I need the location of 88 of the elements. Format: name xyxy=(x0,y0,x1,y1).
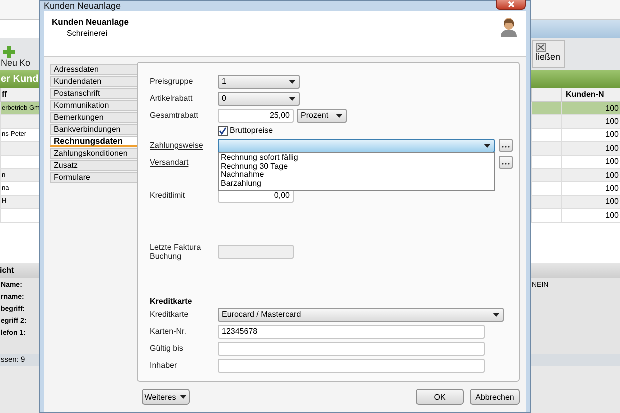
menu-bar xyxy=(0,20,39,38)
plus-icon xyxy=(3,46,16,58)
close-button[interactable] xyxy=(496,0,526,10)
table-row[interactable] xyxy=(0,142,39,156)
tab[interactable]: Bankverbindungen xyxy=(50,124,137,135)
close-icon xyxy=(508,0,514,8)
dropdown-option[interactable]: Barzahlung xyxy=(219,180,494,188)
checkbox[interactable] xyxy=(218,126,228,136)
table-row[interactable]: 100 xyxy=(531,168,620,182)
tab[interactable]: Kundendaten xyxy=(50,76,137,87)
field-label: Inhaber xyxy=(150,361,178,370)
tab[interactable]: Adressdaten xyxy=(50,64,137,75)
window-title: Kunden Neuanlage xyxy=(44,1,122,11)
toolbar-button[interactable]: Ko xyxy=(20,58,31,68)
caret-icon xyxy=(336,114,343,118)
input-field[interactable] xyxy=(218,358,485,372)
tab[interactable]: Kommunikation xyxy=(50,100,137,111)
tab[interactable]: Postanschrift xyxy=(50,88,137,99)
dropdown-option[interactable]: Nachnahme xyxy=(219,171,494,180)
ok-button[interactable]: OK xyxy=(416,389,464,405)
field-label: Kreditlimit xyxy=(150,191,186,200)
table-row[interactable]: 100 xyxy=(531,142,620,156)
checkmark-icon xyxy=(219,126,227,134)
tab[interactable]: Formulare xyxy=(50,172,137,183)
more-button[interactable] xyxy=(499,139,513,152)
field-label: Zahlungsweise xyxy=(150,141,204,150)
caret-icon xyxy=(493,312,500,316)
field-label: Letzte Faktura Buchung xyxy=(150,243,202,261)
table-row[interactable]: 100 xyxy=(531,102,620,116)
table-row[interactable] xyxy=(0,209,39,223)
dropdown-option[interactable]: Rechnung sofort fällig xyxy=(219,154,494,162)
table-cell: 100 xyxy=(561,209,620,222)
table-cell: 100 xyxy=(561,196,620,208)
input-field[interactable] xyxy=(218,342,485,356)
cancel-button[interactable]: Abbrechen xyxy=(470,389,520,405)
table-cell: 100 xyxy=(561,168,620,182)
field-label: Artikelrabatt xyxy=(150,94,194,103)
tab[interactable]: Rechnungsdaten xyxy=(50,136,137,147)
detail-title: icht xyxy=(0,262,39,278)
table-cell: 100 xyxy=(561,102,620,114)
column-header: Kunden-N xyxy=(561,88,620,101)
tab[interactable]: Bemerkungen xyxy=(50,112,137,123)
field-label: Karten-Nr. xyxy=(150,327,188,336)
table-cell: 100 xyxy=(561,128,620,142)
tab[interactable]: Zahlungskonditionen xyxy=(50,148,137,159)
table-row[interactable]: 100 xyxy=(531,128,620,142)
table-cell: 100 xyxy=(561,115,620,128)
table-row[interactable]: 100 xyxy=(531,156,620,169)
caret-icon xyxy=(289,80,296,84)
dropdown[interactable]: 1 xyxy=(218,74,300,88)
close-icon xyxy=(536,43,546,52)
table-row[interactable]: 100 xyxy=(531,209,620,223)
table-cell: 100 xyxy=(561,156,620,168)
bottom-panel xyxy=(0,366,39,413)
dropdown[interactable] xyxy=(218,138,495,152)
dropdown[interactable]: 0 xyxy=(218,92,300,106)
input-field[interactable]: 12345678 xyxy=(218,324,485,338)
window-title-bar xyxy=(0,0,39,20)
more-button[interactable]: Weiteres xyxy=(142,389,190,405)
table-cell: 100 xyxy=(561,182,620,195)
caret-icon xyxy=(180,395,188,399)
table-row[interactable] xyxy=(0,156,39,169)
user-icon xyxy=(500,17,518,37)
dropdown-option[interactable]: Rechnung 30 Tage xyxy=(219,162,494,171)
table-cell: 100 xyxy=(561,142,620,155)
checkbox-label: Bruttopreise xyxy=(230,126,274,135)
table-row[interactable]: 100 xyxy=(531,182,620,196)
header-subtitle: Schreinerei xyxy=(66,29,108,38)
dropdown[interactable]: Prozent xyxy=(297,108,347,122)
tab[interactable]: Zusatz xyxy=(50,160,137,171)
field-label: Preisgruppe xyxy=(150,77,194,86)
table-row[interactable]: 100 xyxy=(531,196,620,210)
close-button[interactable]: ließen xyxy=(532,40,565,68)
section-title: Kreditkarte xyxy=(150,296,194,306)
new-button[interactable]: Neu xyxy=(1,46,18,68)
dropdown[interactable]: Eurocard / Mastercard xyxy=(218,308,504,322)
input-field[interactable]: 25,00 xyxy=(218,108,294,122)
caret-icon xyxy=(289,96,296,100)
field-label: Kreditkarte xyxy=(150,310,190,319)
field-label: Versandart xyxy=(150,158,190,167)
field-label: Gesamtrabatt xyxy=(150,111,200,120)
table-row[interactable]: 100 xyxy=(531,115,620,129)
more-button[interactable] xyxy=(499,156,513,169)
table-row[interactable] xyxy=(0,115,39,129)
caret-icon xyxy=(484,144,491,148)
list-title: er Kund xyxy=(0,70,39,88)
header-title: Kunden Neuanlage xyxy=(52,17,129,27)
field-label: Gültig bis xyxy=(150,344,184,353)
